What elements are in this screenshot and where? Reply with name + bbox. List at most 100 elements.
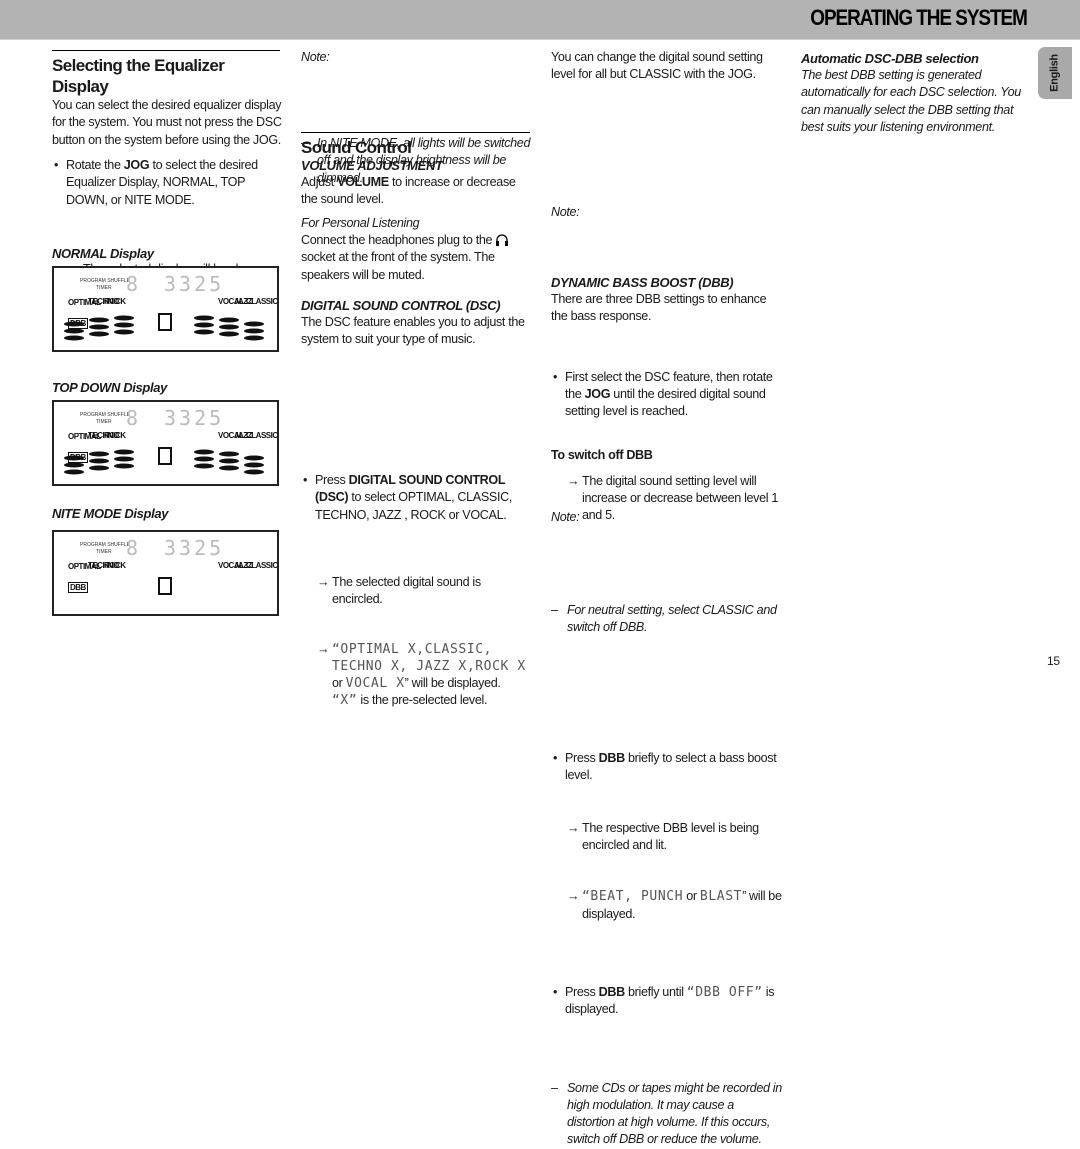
text: For neutral setting, select CLASSIC and … bbox=[567, 602, 777, 634]
eq-center-mark bbox=[158, 447, 172, 465]
eq-segment bbox=[219, 451, 239, 457]
neutral-note: – For neutral setting, select CLASSIC and… bbox=[551, 602, 777, 634]
switch-off-bullet: Press DBB briefly until “DBB OFF” is dis… bbox=[551, 984, 783, 1019]
eq-segment bbox=[64, 328, 84, 334]
equalizer-section: Selecting the Equalizer Display bbox=[52, 50, 280, 97]
bold-text: JOG bbox=[123, 158, 150, 172]
dbb-intro: There are three DBB settings to enhance … bbox=[551, 292, 767, 324]
eq-segment bbox=[64, 455, 84, 461]
dsc-heading: DIGITAL SOUND CONTROL (DSC) bbox=[301, 298, 501, 313]
eq-segment bbox=[219, 331, 239, 337]
equalizer-intro: You can select the desired equalizer dis… bbox=[52, 98, 282, 147]
arrow-icon: → bbox=[567, 820, 580, 835]
eq-segment bbox=[194, 463, 214, 469]
switch-off-heading: To switch off DBB bbox=[551, 448, 653, 462]
eq-segment bbox=[89, 324, 109, 330]
display-label-topdown: TOP DOWN Display bbox=[52, 380, 168, 395]
text: socket at the front of the system. The s… bbox=[301, 250, 495, 282]
lcd-text: “DBB OFF” bbox=[686, 984, 763, 1000]
dsc-arrow-1: → The selected digital sound is encircled… bbox=[301, 574, 533, 609]
lcd-text: VOCAL X bbox=[345, 676, 405, 692]
headphones-icon bbox=[496, 234, 509, 246]
eq-segment bbox=[219, 458, 239, 464]
eq-segment bbox=[244, 455, 264, 461]
eq-segment bbox=[114, 315, 134, 321]
lcd-text: “OPTIMAL X,CLASSIC, TECHNO X, JAZZ X,ROC… bbox=[332, 641, 526, 674]
topdown-display-image: PROGRAM SHUFFLE TIMER 8 3325 OPTIMAL TECHNO RO… bbox=[52, 400, 279, 486]
arrow-icon: → bbox=[567, 473, 580, 488]
display-label-normal: NORMAL Display bbox=[52, 246, 154, 261]
eq-segment bbox=[219, 324, 239, 330]
volume-text: Adjust VOLUME to increase or decrease th… bbox=[301, 174, 531, 209]
eq-segment bbox=[89, 317, 109, 323]
text: Connect the headphones plug to the bbox=[301, 233, 496, 247]
eq-segment bbox=[114, 456, 134, 462]
eq-segment bbox=[194, 322, 214, 328]
eq-segment bbox=[244, 335, 264, 341]
dsc-level-bullet: First select the DSC feature, then rotat… bbox=[551, 369, 783, 421]
eq-segment bbox=[114, 322, 134, 328]
eq-segment bbox=[244, 469, 264, 475]
note-label: Note: bbox=[551, 205, 580, 219]
display-label-nite: NITE MODE Display bbox=[52, 506, 169, 521]
auto-selection-heading: Automatic DSC-DBB selection bbox=[801, 51, 979, 66]
text: The selected digital sound is encircled. bbox=[332, 574, 481, 607]
language-tab: English bbox=[1038, 47, 1072, 99]
eq-segment bbox=[219, 465, 239, 471]
dsc-level-intro: You can change the digital sound setting… bbox=[551, 50, 763, 82]
language-tab-label: English bbox=[1048, 54, 1061, 92]
volume-heading: VOLUME ADJUSTMENT bbox=[301, 158, 443, 173]
text: briefly until bbox=[624, 984, 687, 999]
dsc-level-arrow: → The digital sound setting level will in… bbox=[551, 473, 783, 525]
text: or bbox=[683, 889, 700, 904]
dsc-bullet: Press DIGITAL SOUND CONTROL (DSC) to sel… bbox=[301, 472, 533, 524]
dbb-arrow-1: → The respective DBB level is being encir… bbox=[551, 820, 783, 855]
text: ” will be displayed. bbox=[404, 676, 501, 691]
lcd-text: “BEAT, PUNCH bbox=[582, 889, 684, 905]
eq-center-mark bbox=[158, 313, 172, 331]
text: Press bbox=[565, 984, 599, 999]
eq-segment bbox=[194, 329, 214, 335]
text: Some CDs or tapes might be recorded in h… bbox=[567, 1080, 782, 1147]
dbb-arrow-2: → “BEAT, PUNCH or BLAST” will be displaye… bbox=[551, 888, 783, 923]
personal-text: Connect the headphones plug to the socke… bbox=[301, 232, 531, 284]
text: The respective DBB level is being encirc… bbox=[582, 820, 759, 853]
eq-segment bbox=[64, 469, 84, 475]
lcd-text: “X” bbox=[332, 693, 358, 709]
text: Rotate the bbox=[66, 158, 124, 172]
arrow-icon: → bbox=[317, 574, 330, 589]
text: The digital sound setting level will inc… bbox=[582, 473, 779, 523]
normal-display-image: PROGRAM SHUFFLE TIMER 8 3325 OPTIMAL TECHNO RO… bbox=[52, 266, 279, 352]
equalizer-bars bbox=[64, 313, 264, 341]
text: Adjust bbox=[301, 175, 338, 189]
page-number: 15 bbox=[1047, 654, 1060, 668]
page-title: OPERATING THE SYSTEM bbox=[810, 5, 1028, 30]
dbb-bullet: Press DBB briefly to select a bass boost… bbox=[551, 750, 783, 785]
equalizer-bars bbox=[158, 577, 172, 595]
equalizer-bullet: Rotate the JOG to select the desired Equ… bbox=[52, 157, 280, 209]
text: Press bbox=[315, 473, 349, 488]
text: Press bbox=[565, 751, 599, 766]
eq-segment bbox=[64, 462, 84, 468]
dsc-arrow-2: → “OPTIMAL X,CLASSIC, TECHNO X, JAZZ X,RO… bbox=[301, 641, 533, 710]
eq-segment bbox=[244, 321, 264, 327]
eq-segment bbox=[114, 329, 134, 335]
eq-segment bbox=[64, 335, 84, 341]
bold-text: DBB bbox=[598, 751, 626, 766]
bold-text: VOLUME bbox=[337, 175, 389, 189]
nite-display-image: PROGRAM SHUFFLE TIMER 8 3325 OPTIMAL TECHNO RO… bbox=[52, 530, 279, 616]
dsc-intro: The DSC feature enables you to adjust th… bbox=[301, 315, 525, 347]
text: is the pre-selected level. bbox=[357, 693, 488, 708]
arrow-icon: → bbox=[317, 641, 330, 656]
note-label: Note: bbox=[551, 510, 580, 524]
modulation-note: – Some CDs or tapes might be recorded in … bbox=[551, 1080, 782, 1147]
dbb-heading: DYNAMIC BASS BOOST (DBB) bbox=[551, 275, 734, 290]
sound-control-section: Sound Control bbox=[301, 132, 530, 158]
eq-segment bbox=[244, 462, 264, 468]
bold-text: JOG bbox=[584, 387, 611, 402]
lcd-text: BLAST bbox=[699, 889, 743, 905]
eq-segment bbox=[194, 456, 214, 462]
eq-segment bbox=[194, 449, 214, 455]
header-band: OPERATING THE SYSTEM bbox=[0, 0, 1080, 40]
bold-text: DBB bbox=[598, 984, 626, 999]
